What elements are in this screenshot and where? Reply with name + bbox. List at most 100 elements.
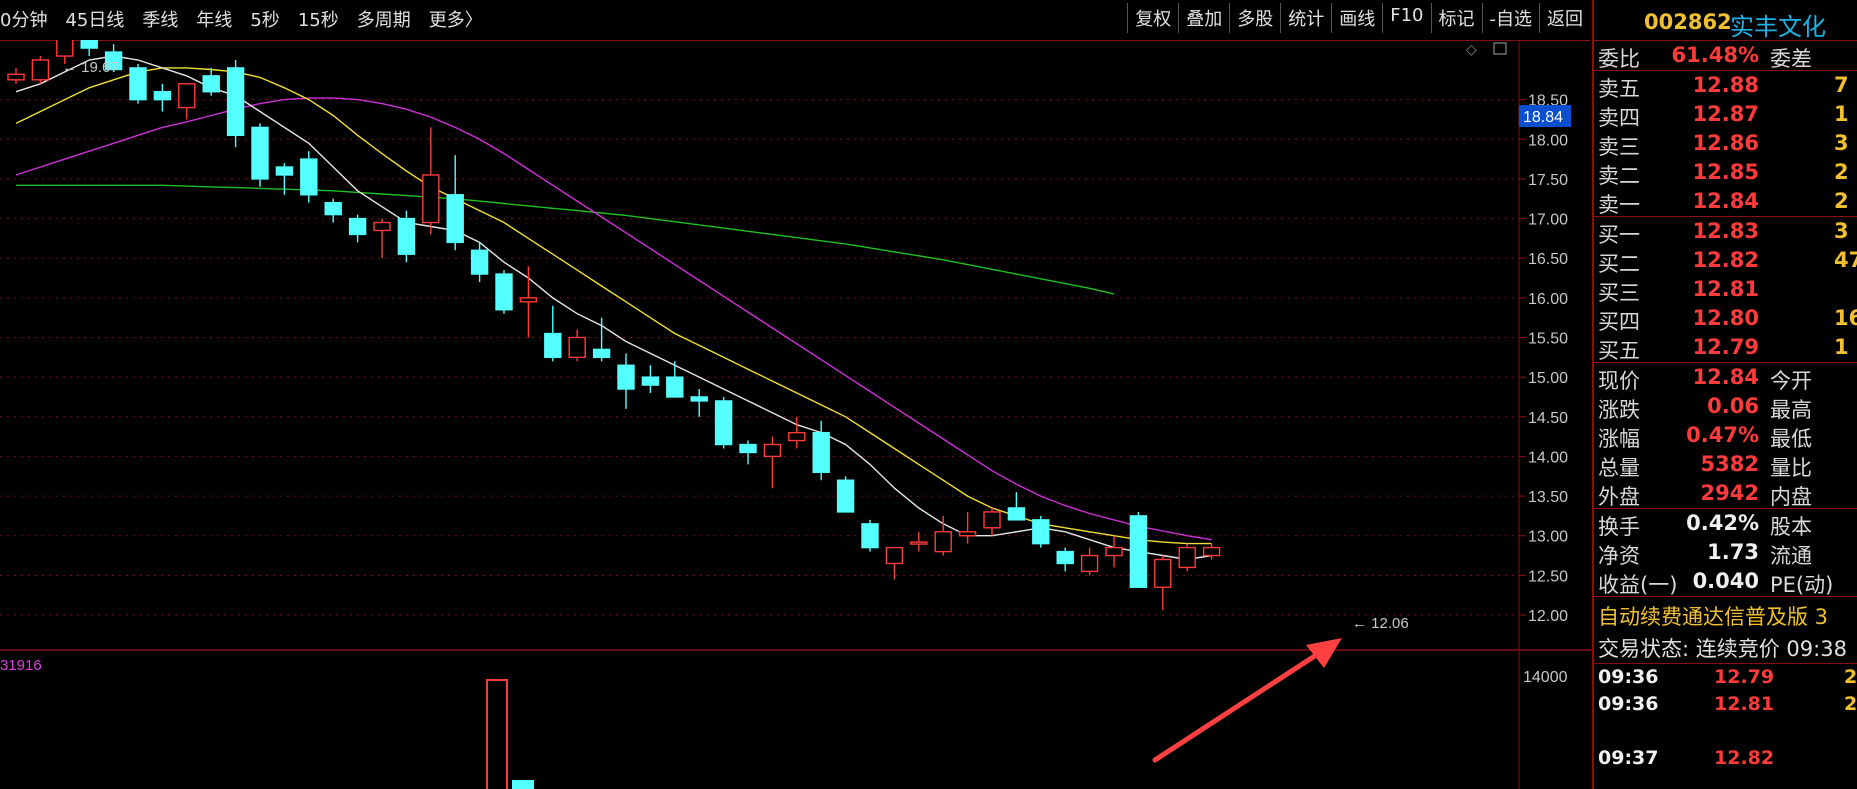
price-axis-label: 16.00 — [1528, 291, 1568, 308]
candle-body — [1080, 554, 1099, 573]
candle-body — [519, 297, 538, 303]
candle-body — [422, 174, 440, 224]
tick-volume: 2 — [1844, 666, 1857, 688]
stat-label: 涨跌 — [1598, 398, 1640, 422]
candle-up — [1105, 535, 1123, 568]
candlestick-series — [7, 40, 1221, 611]
price-axis-label: 16.50 — [1528, 251, 1568, 268]
buy-level: 买五 — [1598, 339, 1640, 363]
candle-down — [592, 317, 611, 362]
price-axis-label: 14.50 — [1528, 410, 1568, 427]
period-tab-year[interactable]: 年线 — [196, 6, 232, 32]
tick-list[interactable]: 09:36 12.79 2 09:36 12.81 2 09:37 12.82 — [1594, 664, 1857, 772]
candle-body — [934, 531, 952, 553]
candle-up — [910, 531, 928, 552]
candle-up — [7, 67, 25, 84]
candle-body — [568, 336, 586, 359]
stat-row: 换手 0.42% 股本 — [1594, 509, 1857, 539]
stat-label: 换手 — [1598, 515, 1640, 539]
candle-body — [348, 217, 367, 236]
mark-button[interactable]: 标记 — [1430, 3, 1482, 33]
period-tab-more[interactable]: 更多〉 — [429, 6, 483, 32]
buy-orders: 买一 12.83 3 买二 12.82 47 买三 12.81 买四 12.80 16 买五 1… — [1594, 217, 1857, 363]
diamond-icon[interactable]: ◇ — [1466, 42, 1477, 58]
candle-down — [446, 155, 464, 251]
period-tab-45day[interactable]: 45日线 — [65, 6, 124, 32]
candle-down — [1129, 511, 1148, 588]
stat-row: 涨幅 0.47% 最低 — [1594, 421, 1857, 451]
stat-label2: 流通 — [1770, 544, 1812, 568]
period-tab-0[interactable]: 0分钟 — [0, 6, 47, 32]
sell-level: 卖一 — [1598, 193, 1640, 217]
pane-icons[interactable]: ◇ — [1466, 42, 1507, 58]
sell-row[interactable]: 卖三 12.86 3 — [1594, 129, 1857, 159]
period-tab-5s[interactable]: 5秒 — [250, 6, 279, 32]
news-ticker[interactable]: 自动续费通达信普及版 3 — [1594, 597, 1857, 631]
buy-price: 12.81 — [1692, 277, 1759, 301]
tick-row — [1594, 718, 1857, 745]
sell-row[interactable]: 卖二 12.85 2 — [1594, 158, 1857, 188]
buy-row[interactable]: 买一 12.83 3 — [1594, 217, 1857, 247]
buy-row[interactable]: 买二 12.82 47 — [1594, 246, 1857, 276]
stat-row: 总量 5382 量比 — [1594, 450, 1857, 480]
candle-body — [1105, 546, 1123, 557]
sell-volume: 2 — [1834, 189, 1849, 213]
stats-button[interactable]: 统计 — [1280, 3, 1331, 33]
annotation-arrow — [1152, 638, 1342, 763]
panel-toggle-icon[interactable] — [1493, 42, 1507, 55]
f10-button[interactable]: F10 — [1382, 3, 1430, 33]
candle-body — [958, 531, 977, 537]
stat-label: 现价 — [1598, 369, 1640, 393]
sell-price: 12.88 — [1692, 73, 1759, 97]
stat-value: 12.84 — [1692, 365, 1759, 389]
multi-stock-button[interactable]: 多股 — [1229, 3, 1280, 33]
candle-down — [202, 67, 220, 96]
buy-price: 12.82 — [1692, 248, 1759, 272]
candle-body — [617, 364, 635, 390]
price-axis-label: 15.00 — [1528, 370, 1568, 387]
candle-body — [983, 511, 1001, 529]
stat-label2: PE(动) — [1770, 573, 1834, 597]
stock-code[interactable]: 002862 — [1644, 10, 1732, 34]
back-button[interactable]: 返回 — [1539, 3, 1590, 33]
candle-body — [300, 158, 318, 196]
candle-up — [885, 546, 904, 580]
remove-watchlist-button[interactable]: -自选 — [1481, 3, 1540, 33]
candle-body — [885, 546, 904, 565]
sell-level: 卖三 — [1598, 135, 1640, 159]
period-toolbar: 0分钟 45日线 季线 年线 5秒 15秒 多周期 更多〉 复权 叠加 多股 统… — [0, 0, 1590, 41]
stat-row: 净资 1.73 流通 — [1594, 538, 1857, 568]
sell-level: 卖五 — [1598, 77, 1640, 101]
stock-name[interactable]: 实丰文化 — [1730, 7, 1826, 42]
period-tab-quarter[interactable]: 季线 — [142, 6, 178, 32]
red-arrow-head — [1306, 638, 1342, 668]
price-axis-label: 13.00 — [1528, 529, 1568, 546]
stat-label2: 最低 — [1770, 427, 1812, 451]
order-ratio-value: 61.48% — [1671, 43, 1759, 67]
sell-row[interactable]: 卖一 12.84 2 — [1594, 187, 1857, 217]
candle-up — [1080, 547, 1099, 576]
buy-row[interactable]: 买三 12.81 — [1594, 275, 1857, 305]
period-tabs: 0分钟 45日线 季线 年线 5秒 15秒 多周期 更多〉 — [0, 6, 501, 32]
sell-row[interactable]: 卖五 12.88 7 — [1594, 71, 1857, 101]
overlay-button[interactable]: 叠加 — [1178, 3, 1229, 33]
tick-row: 09:36 12.81 2 — [1594, 691, 1857, 718]
adjust-button[interactable]: 复权 — [1127, 3, 1178, 33]
period-tab-multi[interactable]: 多周期 — [357, 6, 411, 32]
period-tab-15s[interactable]: 15秒 — [298, 6, 339, 32]
red-arrow-shaft — [1152, 643, 1333, 763]
candle-up — [31, 56, 50, 84]
buy-row[interactable]: 买四 12.80 16 — [1594, 304, 1857, 334]
sell-row[interactable]: 卖四 12.87 1 — [1594, 100, 1857, 130]
buy-row[interactable]: 买五 12.79 1 — [1594, 333, 1857, 363]
candle-down — [641, 365, 660, 393]
order-diff-label: 委差 — [1770, 47, 1812, 71]
kline-chart[interactable]: 18.5018.0017.5017.0016.5016.0015.5015.00… — [0, 40, 1592, 789]
price-axis-label: 14.00 — [1528, 449, 1568, 466]
candle-down — [1056, 547, 1074, 572]
candle-body — [1129, 515, 1148, 588]
draw-line-button[interactable]: 画线 — [1331, 3, 1382, 33]
order-ratio-label: 委比 — [1598, 47, 1640, 71]
candle-body — [1032, 519, 1050, 545]
tick-row: 09:36 12.79 2 — [1594, 664, 1857, 691]
